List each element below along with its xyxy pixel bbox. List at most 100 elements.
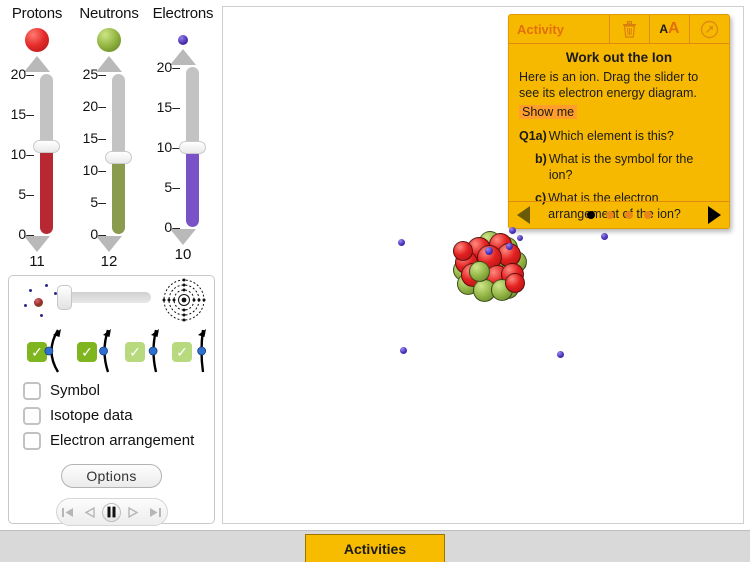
model-view-slider-track[interactable] (65, 292, 151, 303)
pagination-dot[interactable] (605, 211, 614, 219)
electron-shell-toggle-2[interactable]: ✓ (77, 328, 121, 374)
bottom-bar: Activities (0, 530, 750, 562)
slider-tick-label: 15– (156, 99, 180, 115)
slider-thumb[interactable] (179, 141, 206, 154)
reset-icon[interactable] (689, 15, 729, 43)
electron-orbit-icon (44, 329, 61, 373)
activity-panel-title-label: Activity (517, 21, 564, 37)
electron-particle (485, 247, 493, 255)
display-option-label: Isotope data (50, 407, 133, 424)
orbiting-electron (24, 304, 27, 307)
electron-orbit-icon (99, 329, 111, 373)
slider-electrons[interactable]: Electrons 20– 15– 10– 5– 0– 10 (146, 0, 220, 272)
slider-title: Neutrons (79, 5, 139, 22)
electron-orbit-icon (197, 329, 207, 373)
display-option-checkbox[interactable] (23, 431, 41, 450)
activity-pagination-bar (509, 201, 729, 228)
pagination-dot[interactable] (624, 211, 633, 219)
slider-track-area[interactable]: 20– 15– 10– 5– 0– (146, 59, 220, 235)
slider-thumb[interactable] (33, 140, 60, 153)
pause-button[interactable] (102, 502, 121, 522)
pagination-dot[interactable] (643, 211, 652, 219)
slider-tick-label: 10– (156, 139, 180, 155)
application-window: Protons 20– 15– 10– 5– 0– 11 Neutrons 25– 20– 15– 1… (0, 0, 750, 562)
electron-shell-toggle-4[interactable]: ✓ (172, 328, 216, 374)
skip-forward-button[interactable] (146, 503, 165, 522)
trash-icon-glyph (623, 20, 636, 38)
options-button[interactable]: Options (61, 464, 162, 488)
playback-controls (55, 498, 168, 526)
slider-value: 10 (174, 246, 192, 263)
slider-title: Protons (11, 5, 63, 22)
shell-diagram-icon[interactable] (162, 278, 206, 322)
next-page-arrow[interactable] (708, 206, 721, 224)
question-text: What is the symbol for the ion? (548, 152, 694, 182)
atom-nucleus[interactable] (451, 227, 527, 305)
slider-track[interactable] (40, 74, 53, 234)
text-size-small-a: A (659, 22, 669, 36)
show-me-link[interactable]: Show me (519, 104, 578, 119)
electron-particle (517, 235, 523, 241)
slider-value: 12 (100, 253, 118, 270)
orbiting-electron (40, 314, 43, 317)
text-size-large-a: A (668, 20, 680, 37)
previous-page-arrow[interactable] (517, 206, 530, 224)
activity-panel-body: Work out the Ion Here is an ion. Drag th… (509, 44, 729, 222)
display-option-label: Electron arrangement (50, 432, 195, 449)
model-view-slider-thumb[interactable] (57, 285, 72, 310)
slider-thumb[interactable] (105, 151, 132, 165)
proton-swatch-icon (25, 28, 49, 52)
electron-shell-toggle-3[interactable]: ✓ (125, 328, 169, 374)
slider-tick-label: 5– (164, 179, 180, 195)
slider-tick-label: 5– (18, 186, 34, 202)
electron-particle (400, 347, 407, 354)
slider-fill (186, 147, 199, 227)
electron-particle (601, 233, 608, 240)
slider-tick-label: 25– (82, 66, 106, 82)
activity-title: Work out the Ion (565, 50, 673, 65)
skip-back-button[interactable] (58, 503, 77, 522)
slider-fill (40, 146, 53, 234)
neutron-swatch-icon (97, 28, 121, 52)
pagination-dot[interactable] (586, 211, 595, 219)
slider-protons[interactable]: Protons 20– 15– 10– 5– 0– 11 (0, 0, 74, 272)
slider-tick-label: 15– (82, 130, 106, 146)
slider-tick-label: 10– (82, 162, 106, 178)
slider-tick-label: 20– (10, 66, 34, 82)
question-label: b) (535, 152, 547, 166)
reset-icon-glyph (700, 20, 719, 38)
electron-shell-toggles: ✓ ✓ ✓ ✓ (9, 324, 214, 378)
slider-tick-label: 15– (10, 106, 34, 122)
activity-question: b) What is the symbol for the ion? (519, 152, 719, 183)
electron-shell-toggle-1[interactable]: ✓ (27, 328, 71, 374)
electron-particle (398, 239, 405, 246)
step-back-button[interactable] (80, 503, 99, 522)
electron-swatch-icon (178, 35, 188, 45)
slider-track-area[interactable]: 25– 20– 15– 10– 5– 0– (72, 66, 146, 242)
slider-tick-label: 0– (90, 226, 106, 242)
slider-track-area[interactable]: 20– 15– 10– 5– 0– (0, 66, 74, 242)
activities-tab[interactable]: Activities (305, 534, 445, 562)
proton-sphere (453, 241, 473, 261)
display-option-checkbox[interactable] (23, 406, 41, 425)
question-label: Q1a) (519, 128, 547, 143)
slider-fill (112, 157, 125, 234)
electron-orbit-icon (148, 329, 159, 373)
display-option-label: Symbol (50, 382, 101, 399)
step-forward-button[interactable] (124, 503, 143, 522)
activity-panel[interactable]: Activity AA Work out the Ion Here is an … (508, 14, 730, 229)
slider-neutrons[interactable]: Neutrons 25– 20– 15– 10– 5– 0– 12 (72, 0, 146, 272)
display-option-row[interactable]: Electron arrangement (23, 428, 214, 453)
slider-tick-label: 0– (164, 219, 180, 235)
slider-tick-label: 10– (10, 146, 34, 162)
display-option-row[interactable]: Isotope data (23, 403, 214, 428)
activity-intro-text: Here is an ion. Drag the slider to see i… (519, 70, 699, 100)
trash-icon[interactable] (609, 15, 649, 43)
slider-tick-label: 5– (90, 194, 106, 210)
slider-tick-label: 20– (82, 98, 106, 114)
display-option-row[interactable]: Symbol (23, 378, 214, 403)
slider-value: 11 (29, 253, 45, 270)
text-size-icon[interactable]: AA (649, 15, 689, 43)
activity-question: Q1a) Which element is this? (519, 129, 719, 145)
display-option-checkbox[interactable] (23, 381, 41, 400)
